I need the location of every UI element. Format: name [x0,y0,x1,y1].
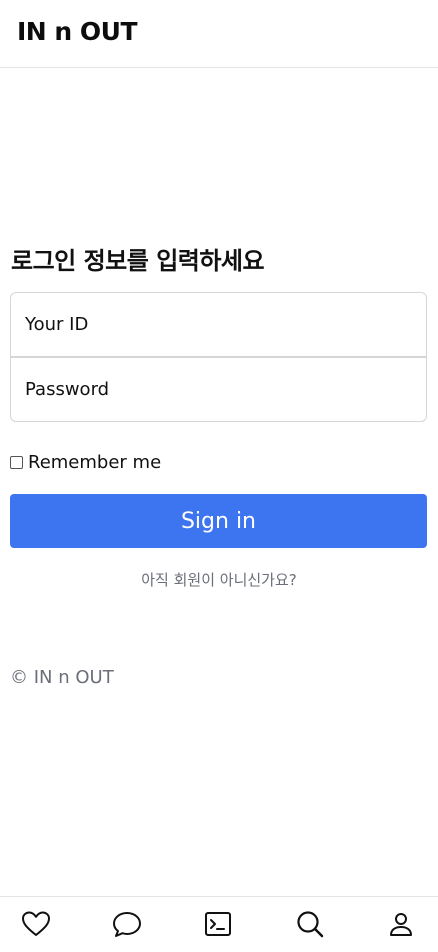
password-input[interactable] [10,357,427,422]
nav-terminal[interactable] [201,907,235,941]
login-page: IN n OUT 로그인 정보를 입력하세요 Remember me Sign … [0,0,438,952]
user-id-input[interactable] [10,292,427,357]
login-heading: 로그인 정보를 입력하세요 [11,247,265,275]
brand-logo[interactable]: IN n OUT [17,17,138,46]
nav-search[interactable] [293,907,327,941]
bottom-nav [0,896,438,952]
nav-profile[interactable] [384,907,418,941]
top-bar: IN n OUT [0,0,438,68]
nav-chat[interactable] [110,907,144,941]
remember-me-row[interactable]: Remember me [10,452,161,473]
heart-icon [22,911,50,936]
remember-me-checkbox[interactable] [10,456,23,469]
nav-favorites[interactable] [19,907,53,941]
sign-up-link[interactable]: 아직 회원이 아니신가요? [0,569,438,590]
user-icon [390,913,412,936]
terminal-icon [205,912,231,936]
remember-me-label[interactable]: Remember me [28,452,161,473]
chat-bubble-icon [113,912,141,937]
search-icon [297,911,324,938]
sign-in-button[interactable]: Sign in [10,494,427,548]
copyright-text: © IN n OUT [10,667,114,688]
